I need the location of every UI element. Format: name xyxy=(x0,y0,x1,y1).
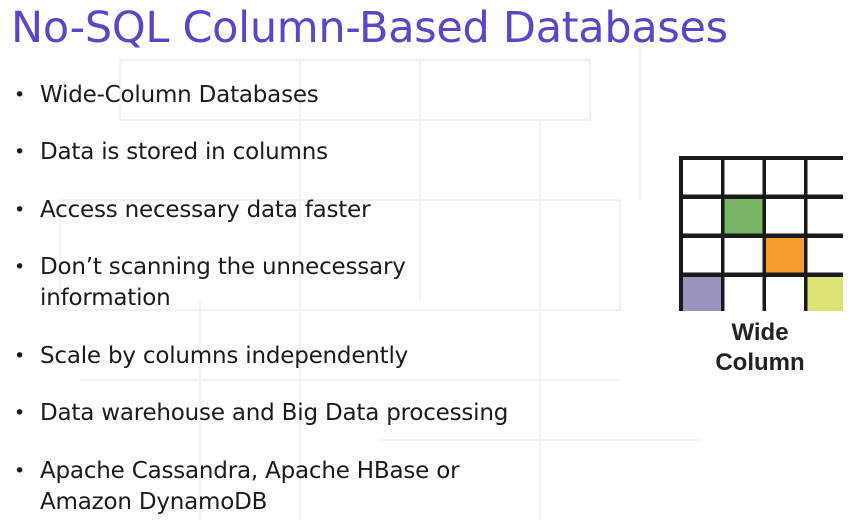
grid-cell xyxy=(766,277,804,311)
grid-cell xyxy=(724,199,763,234)
wide-column-diagram xyxy=(679,156,843,311)
grid-cell xyxy=(807,277,843,311)
grid-cell xyxy=(683,238,721,273)
bullet-text: Data is stored in columns xyxy=(40,139,328,165)
grid-cell xyxy=(766,199,804,234)
diagram-label: Wide Column xyxy=(690,318,830,378)
grid-cell xyxy=(683,277,721,311)
bullet-item: • Data warehouse and Big Data processing xyxy=(14,398,574,429)
bullet-dot: • xyxy=(14,460,26,482)
bullet-dot: • xyxy=(14,256,26,278)
grid-cell xyxy=(807,238,843,273)
grid-cell xyxy=(683,160,721,195)
bullet-dot: • xyxy=(14,84,26,106)
bullet-item: • Scale by columns independently xyxy=(14,341,574,372)
bullet-text: Don’t scanning the unnecessary informati… xyxy=(40,254,406,311)
grid-cell xyxy=(683,199,721,234)
bullet-text: Access necessary data faster xyxy=(40,197,371,223)
grid-cell xyxy=(766,238,804,273)
grid-cell xyxy=(724,277,763,311)
grid-cell xyxy=(807,160,843,195)
bullet-item: • Wide-Column Databases xyxy=(14,80,574,111)
slide-title: No-SQL Column-Based Databases xyxy=(11,3,728,53)
grid-cell xyxy=(766,160,804,195)
bullet-text: Scale by columns independently xyxy=(40,343,409,369)
bullet-item: • Access necessary data faster xyxy=(14,195,574,226)
bullet-text: Data warehouse and Big Data processing xyxy=(40,400,509,426)
bullet-dot: • xyxy=(14,199,26,221)
bullet-dot: • xyxy=(14,345,26,367)
bullet-dot: • xyxy=(14,141,26,163)
bullet-dot: • xyxy=(14,402,26,424)
bullet-text: Apache Cassandra, Apache HBase or Amazon… xyxy=(40,458,460,515)
grid-cell xyxy=(724,238,763,273)
bullet-text: Wide-Column Databases xyxy=(40,82,319,108)
bullet-item: • Data is stored in columns xyxy=(14,137,574,168)
diagram-label-line1: Wide xyxy=(731,319,789,346)
grid-cell xyxy=(807,199,843,234)
bullet-item: • Don’t scanning the unnecessary informa… xyxy=(14,252,454,314)
grid-cell xyxy=(724,160,763,195)
bullet-item: • Apache Cassandra, Apache HBase or Amaz… xyxy=(14,456,514,518)
diagram-label-line2: Column xyxy=(715,349,805,376)
